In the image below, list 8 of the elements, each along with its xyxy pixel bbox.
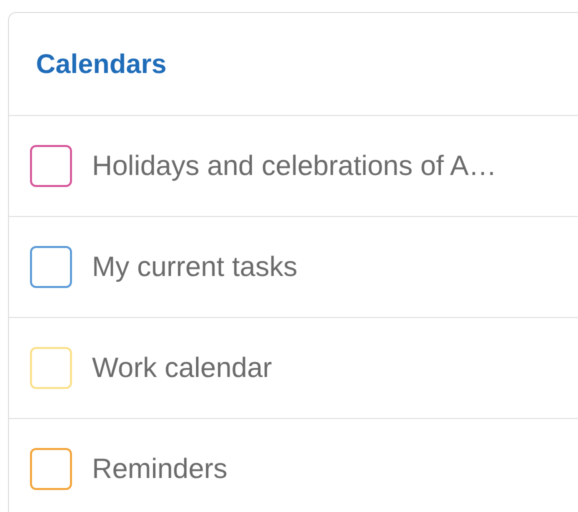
calendar-label: Reminders xyxy=(92,453,228,485)
calendar-label: Holidays and celebrations of A… xyxy=(92,150,497,182)
calendar-checkbox[interactable] xyxy=(30,246,72,288)
calendar-checkbox[interactable] xyxy=(30,145,72,187)
calendar-checkbox[interactable] xyxy=(30,448,72,490)
panel-title: Calendars xyxy=(36,48,167,80)
calendar-label: My current tasks xyxy=(92,251,298,283)
calendar-label: Work calendar xyxy=(92,352,272,384)
